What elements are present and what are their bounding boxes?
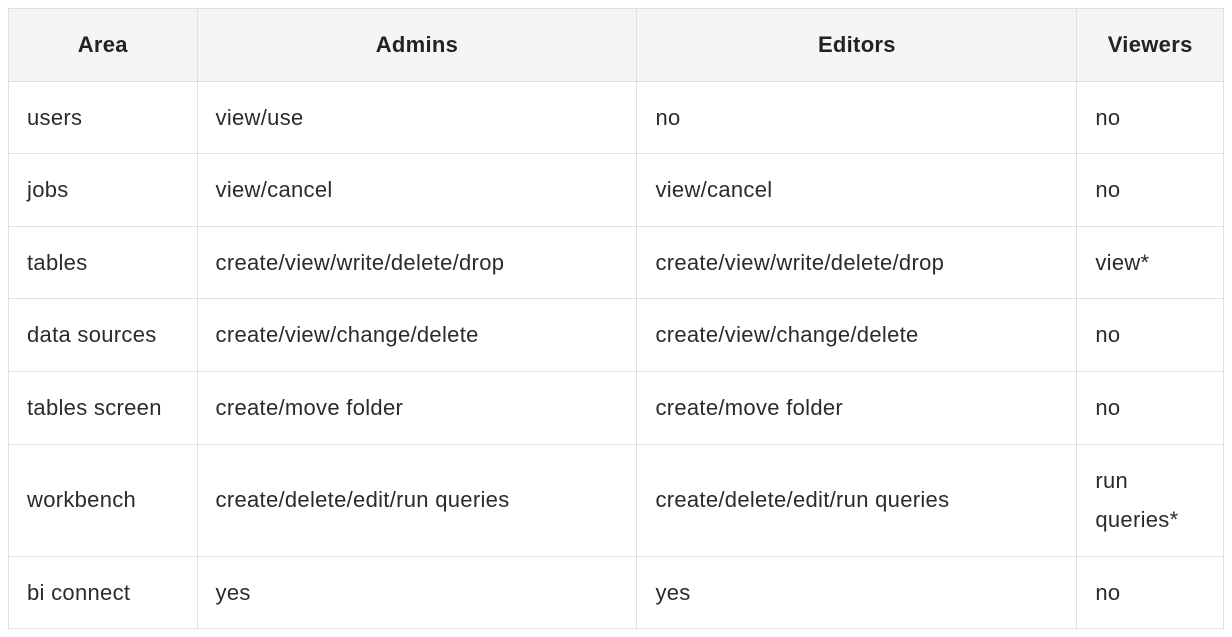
table-row: jobs view/cancel view/cancel no	[9, 154, 1224, 227]
cell-viewers: no	[1077, 556, 1224, 629]
cell-admins: create/move folder	[197, 371, 637, 444]
table-header-editors: Editors	[637, 9, 1077, 82]
cell-editors: create/view/change/delete	[637, 299, 1077, 372]
cell-admins: create/view/write/delete/drop	[197, 226, 637, 299]
cell-area: jobs	[9, 154, 198, 227]
cell-area: bi connect	[9, 556, 198, 629]
table-row: tables screen create/move folder create/…	[9, 371, 1224, 444]
table-row: users view/use no no	[9, 81, 1224, 154]
table-header-admins: Admins	[197, 9, 637, 82]
permissions-table: Area Admins Editors Viewers users view/u…	[8, 8, 1224, 629]
cell-editors: create/delete/edit/run queries	[637, 444, 1077, 556]
cell-admins: create/delete/edit/run queries	[197, 444, 637, 556]
table-header-row: Area Admins Editors Viewers	[9, 9, 1224, 82]
cell-editors: view/cancel	[637, 154, 1077, 227]
cell-area: users	[9, 81, 198, 154]
cell-area: workbench	[9, 444, 198, 556]
cell-viewers: no	[1077, 299, 1224, 372]
cell-admins: create/view/change/delete	[197, 299, 637, 372]
cell-viewers: view*	[1077, 226, 1224, 299]
table-row: bi connect yes yes no	[9, 556, 1224, 629]
cell-admins: view/use	[197, 81, 637, 154]
cell-area: tables screen	[9, 371, 198, 444]
cell-viewers: no	[1077, 81, 1224, 154]
cell-area: tables	[9, 226, 198, 299]
cell-viewers: run queries*	[1077, 444, 1224, 556]
cell-editors: create/move folder	[637, 371, 1077, 444]
cell-editors: no	[637, 81, 1077, 154]
table-row: workbench create/delete/edit/run queries…	[9, 444, 1224, 556]
cell-admins: view/cancel	[197, 154, 637, 227]
cell-editors: create/view/write/delete/drop	[637, 226, 1077, 299]
table-row: tables create/view/write/delete/drop cre…	[9, 226, 1224, 299]
cell-viewers: no	[1077, 371, 1224, 444]
table-header-area: Area	[9, 9, 198, 82]
cell-area: data sources	[9, 299, 198, 372]
cell-editors: yes	[637, 556, 1077, 629]
cell-admins: yes	[197, 556, 637, 629]
table-row: data sources create/view/change/delete c…	[9, 299, 1224, 372]
cell-viewers: no	[1077, 154, 1224, 227]
table-header-viewers: Viewers	[1077, 9, 1224, 82]
